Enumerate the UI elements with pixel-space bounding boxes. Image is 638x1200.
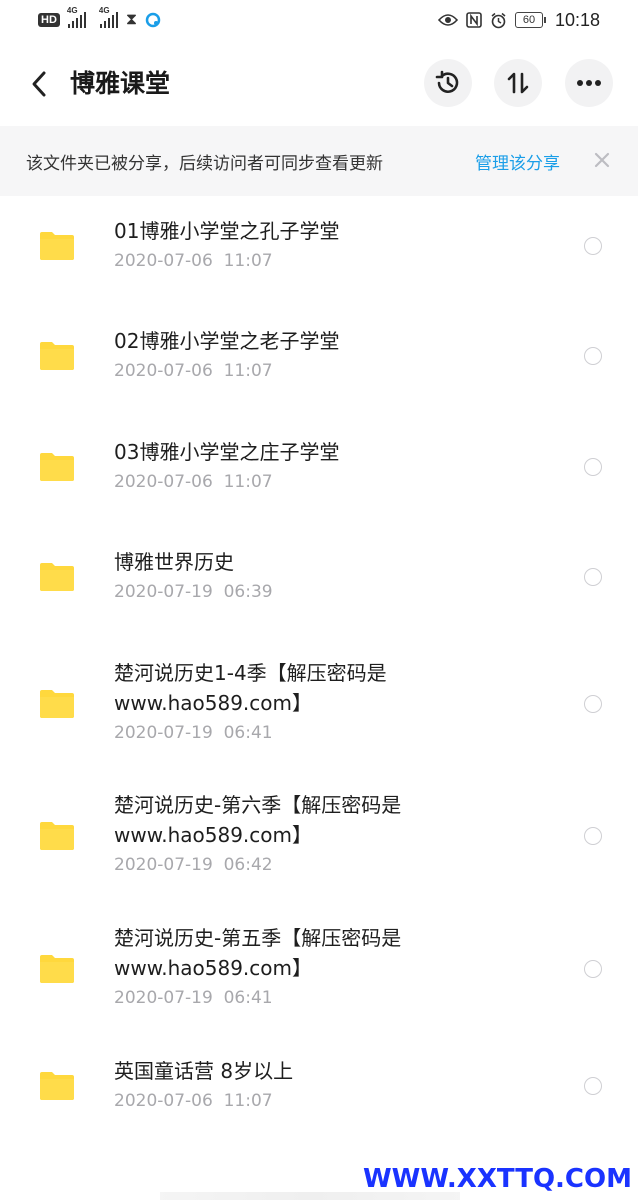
file-name: 03博雅小学堂之庄子学堂 xyxy=(114,440,340,464)
back-arrow-icon xyxy=(32,71,46,97)
back-button[interactable] xyxy=(24,66,54,102)
close-icon xyxy=(594,152,610,168)
hd-icon: HD xyxy=(38,13,60,27)
file-row[interactable]: 博雅世界历史 2020-07-19 06:39 xyxy=(0,527,638,638)
file-row[interactable]: 01博雅小学堂之孔子学堂 2020-07-06 11:07 xyxy=(0,196,638,306)
file-row[interactable]: 英国童话营 8岁以上 2020-07-06 11:07 xyxy=(0,1036,638,1146)
file-name: 01博雅小学堂之孔子学堂 xyxy=(114,219,340,243)
file-date: 2020-07-06 11:07 xyxy=(114,472,273,492)
signal-4g-icon: 4G xyxy=(67,6,86,28)
battery-icon: 60 xyxy=(514,12,546,28)
manage-share-link[interactable]: 管理该分享 xyxy=(475,149,560,174)
bottom-toolbar-hint xyxy=(160,1192,460,1200)
file-name: 楚河说历史-第五季【解压密码是www.hao589.com】 xyxy=(114,926,402,980)
share-banner: 该文件夹已被分享，后续访问者可同步查看更新 管理该分享 xyxy=(0,126,638,196)
select-radio[interactable] xyxy=(584,568,602,586)
alarm-icon xyxy=(491,12,506,28)
folder-icon xyxy=(40,822,74,850)
file-date: 2020-07-19 06:42 xyxy=(114,855,273,875)
file-date: 2020-07-19 06:39 xyxy=(114,582,273,602)
file-row[interactable]: 楚河说历史-第六季【解压密码是www.hao589.com】 2020-07-19… xyxy=(0,770,638,903)
sort-icon xyxy=(507,72,529,94)
share-banner-text: 该文件夹已被分享，后续访问者可同步查看更新 xyxy=(26,153,383,174)
file-date: 2020-07-19 06:41 xyxy=(114,988,273,1008)
file-name: 博雅世界历史 xyxy=(114,550,234,574)
sort-button[interactable] xyxy=(494,59,542,107)
status-right: 60 10:18 xyxy=(437,9,600,31)
folder-icon xyxy=(40,1072,74,1100)
status-bar: HD 4G 4G ⧗ 60 10:18 xyxy=(0,0,638,40)
eye-icon xyxy=(437,14,458,26)
nfc-icon xyxy=(466,12,482,28)
select-radio[interactable] xyxy=(584,827,602,845)
select-radio[interactable] xyxy=(584,347,602,365)
clock-time: 10:18 xyxy=(554,9,600,30)
folder-icon xyxy=(40,453,74,481)
file-date: 2020-07-06 11:07 xyxy=(114,251,273,271)
more-button[interactable] xyxy=(565,59,613,107)
file-row[interactable]: 楚河说历史-第五季【解压密码是www.hao589.com】 2020-07-19… xyxy=(0,903,638,1036)
folder-icon xyxy=(40,232,74,260)
file-row[interactable]: 02博雅小学堂之老子学堂 2020-07-06 11:07 xyxy=(0,306,638,417)
folder-icon xyxy=(40,563,74,591)
file-row[interactable]: 楚河说历史1-4季【解压密码是www.hao589.com】 2020-07-19… xyxy=(0,638,638,770)
app-notification-icon xyxy=(145,12,161,28)
select-radio[interactable] xyxy=(584,1077,602,1095)
file-name: 楚河说历史1-4季【解压密码是www.hao589.com】 xyxy=(114,661,387,715)
app-header: 博雅课堂 xyxy=(0,56,638,112)
file-name: 02博雅小学堂之老子学堂 xyxy=(114,329,340,353)
file-date: 2020-07-19 06:41 xyxy=(114,723,273,743)
signal-4g-icon: 4G xyxy=(99,6,118,28)
file-name: 楚河说历史-第六季【解压密码是www.hao589.com】 xyxy=(114,793,402,847)
file-date: 2020-07-06 11:07 xyxy=(114,361,273,381)
status-left: HD 4G 4G ⧗ xyxy=(38,6,161,28)
select-radio[interactable] xyxy=(584,960,602,978)
hourglass-icon: ⧗ xyxy=(125,11,138,28)
more-icon xyxy=(577,80,601,86)
history-button[interactable] xyxy=(424,59,472,107)
banner-close-button[interactable] xyxy=(590,148,614,172)
folder-icon xyxy=(40,342,74,370)
file-row[interactable]: 03博雅小学堂之庄子学堂 2020-07-06 11:07 xyxy=(0,417,638,527)
folder-icon xyxy=(40,690,74,718)
select-radio[interactable] xyxy=(584,458,602,476)
select-radio[interactable] xyxy=(584,695,602,713)
page-title: 博雅课堂 xyxy=(70,69,171,98)
folder-icon xyxy=(40,955,74,983)
file-name: 英国童话营 8岁以上 xyxy=(114,1059,294,1083)
history-icon xyxy=(435,70,459,93)
file-date: 2020-07-06 11:07 xyxy=(114,1091,273,1111)
select-radio[interactable] xyxy=(584,237,602,255)
